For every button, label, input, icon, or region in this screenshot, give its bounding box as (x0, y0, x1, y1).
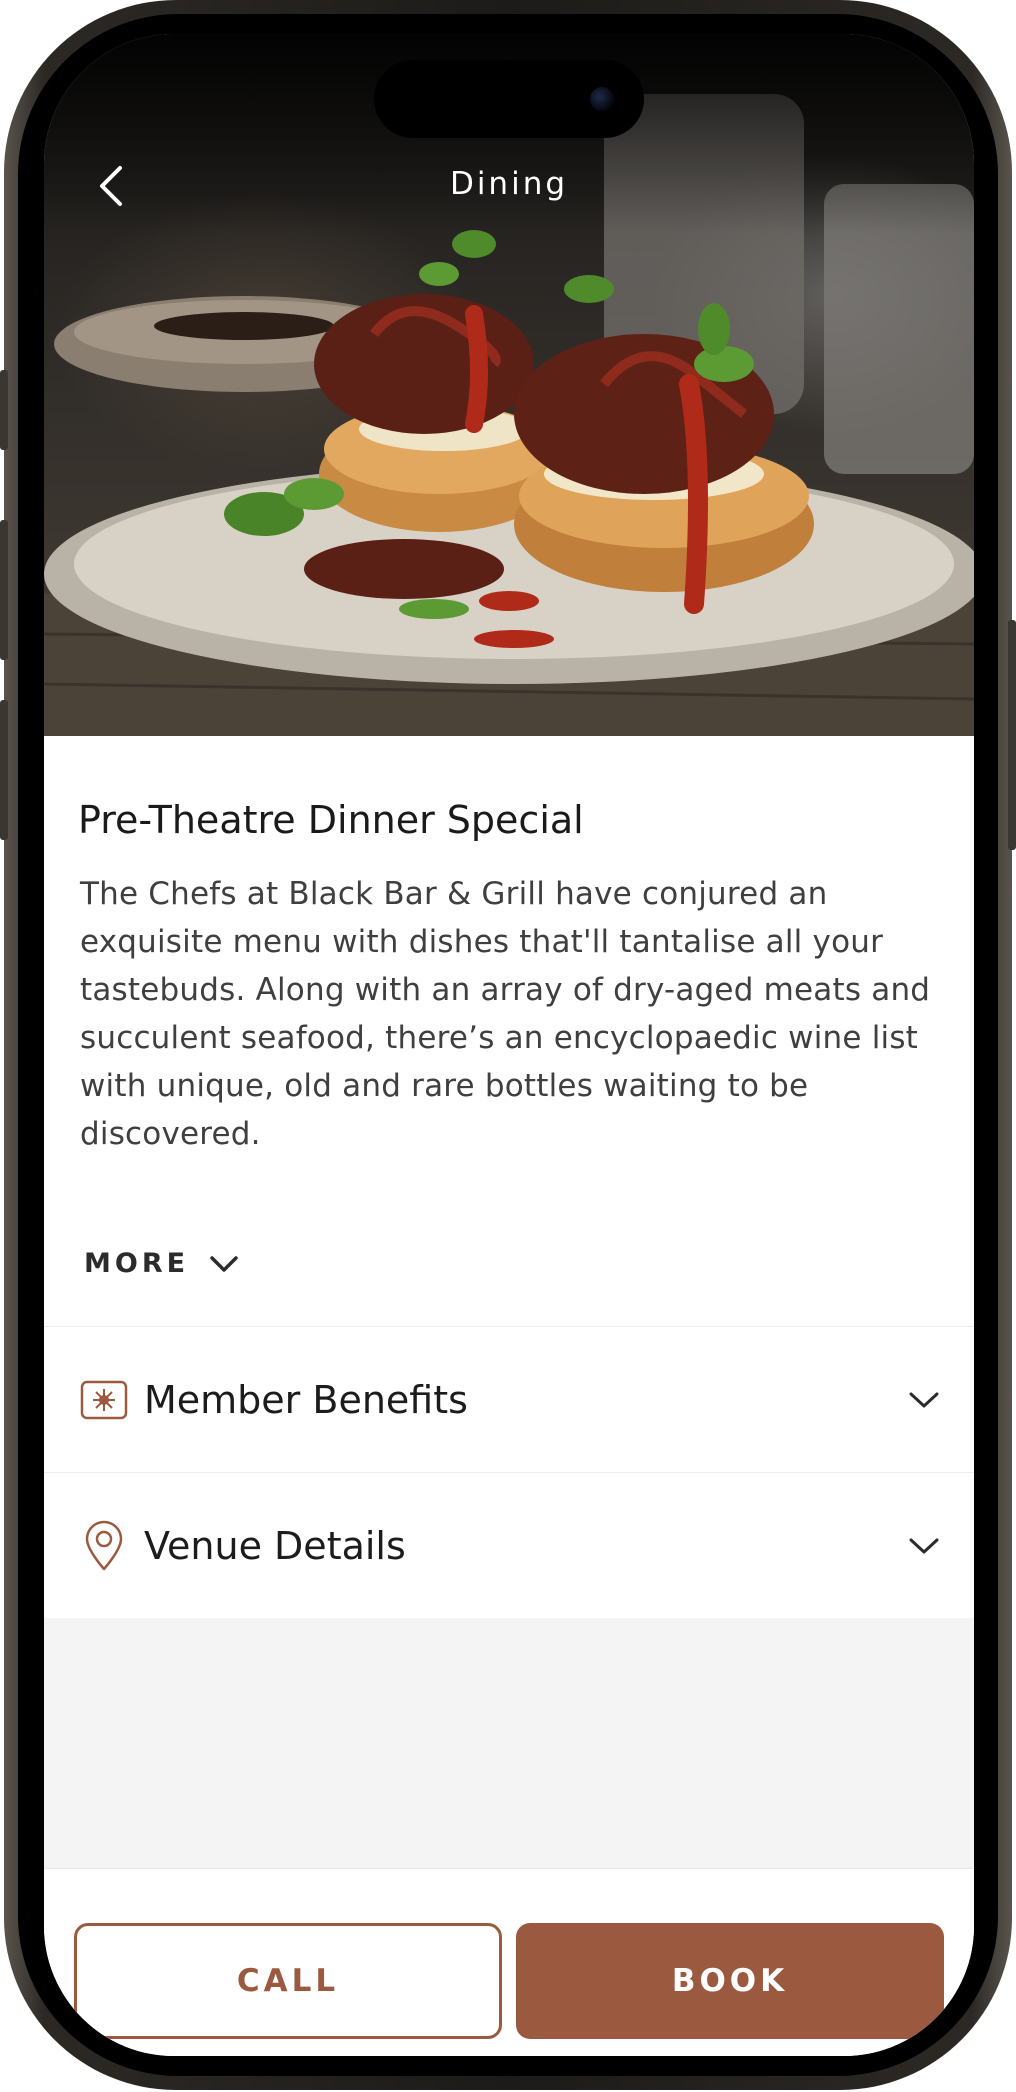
venue-details-label: Venue Details (144, 1523, 406, 1568)
call-button[interactable]: CALL (74, 1923, 502, 2039)
venue-details-section[interactable]: Venue Details (44, 1472, 974, 1618)
more-toggle[interactable]: MORE (84, 1248, 239, 1279)
phone-side-button (0, 370, 8, 450)
more-label: MORE (84, 1248, 190, 1279)
chevron-down-icon (210, 1255, 238, 1272)
star-badge-icon (78, 1374, 130, 1426)
offer-description: The Chefs at Black Bar & Grill have conj… (80, 876, 931, 1152)
hero-food-image: Dining (44, 34, 974, 736)
phone-power-button (1008, 620, 1016, 850)
member-benefits-label: Member Benefits (144, 1377, 468, 1422)
phone-volume-up (0, 520, 8, 660)
dynamic-island (374, 60, 644, 138)
offer-title: Pre-Theatre Dinner Special (78, 798, 584, 842)
chevron-down-icon (904, 1526, 944, 1566)
page-title: Dining (449, 166, 569, 202)
location-pin-icon (78, 1520, 130, 1572)
member-benefits-section[interactable]: Member Benefits (44, 1326, 974, 1472)
phone-volume-down (0, 700, 8, 840)
book-button[interactable]: BOOK (516, 1923, 944, 2039)
offer-details: Pre-Theatre Dinner Special The Chefs at … (44, 736, 974, 1326)
app-screen: Dining Pre-Theatre Dinner Special The Ch… (44, 34, 974, 2056)
chevron-down-icon (904, 1380, 944, 1420)
camera-lens (590, 87, 614, 111)
bottom-action-bar: CALL BOOK (44, 1868, 974, 2056)
